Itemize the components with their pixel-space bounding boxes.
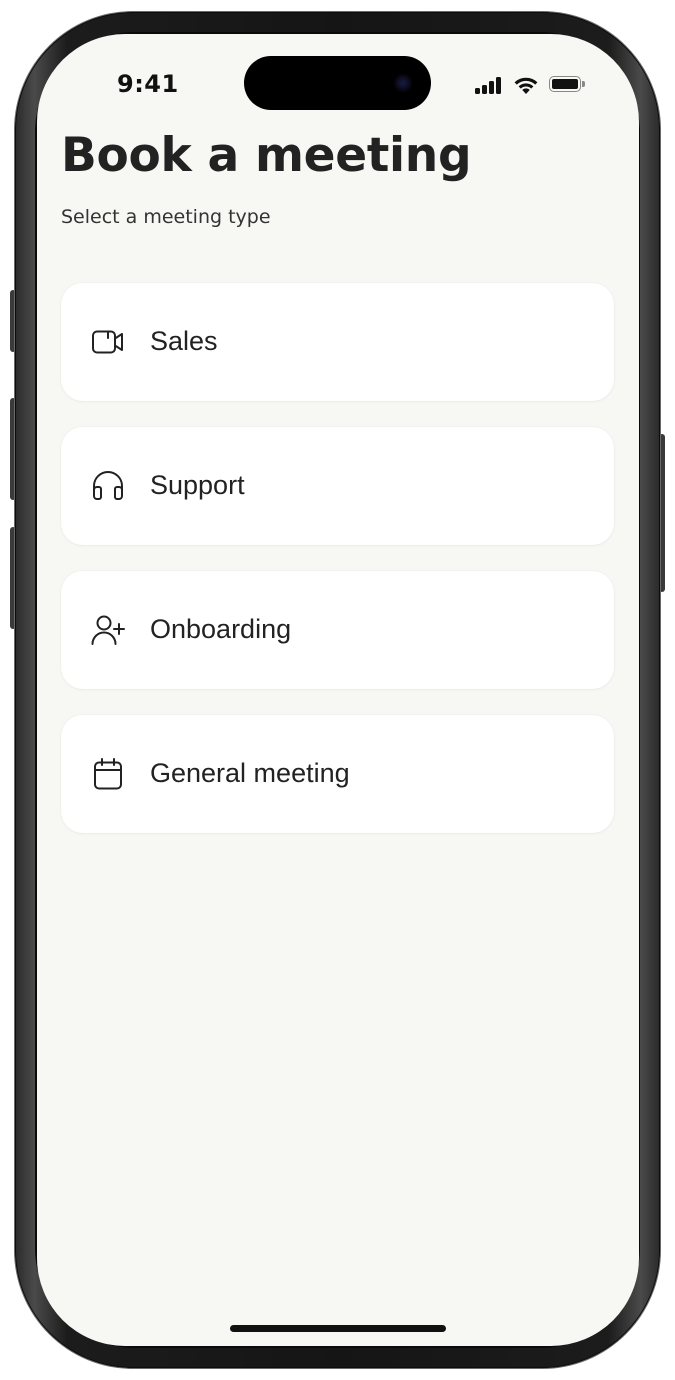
page-title: Book a meeting xyxy=(61,128,472,183)
battery-icon xyxy=(549,76,585,94)
meeting-type-list: Sales Support Onboarding General meeting xyxy=(61,283,614,859)
meeting-type-sales-card[interactable]: Sales xyxy=(61,283,614,401)
meeting-type-label: Sales xyxy=(150,326,218,356)
meeting-type-onboarding-card[interactable]: Onboarding xyxy=(61,571,614,689)
meeting-type-label: General meeting xyxy=(150,758,350,788)
meeting-type-label: Support xyxy=(150,470,245,500)
wifi-icon xyxy=(514,77,538,94)
screen: 9:41 Book a meeting Select a meeting typ… xyxy=(37,34,639,1346)
front-camera-icon xyxy=(393,73,413,93)
meeting-type-support-card[interactable]: Support xyxy=(61,427,614,545)
dynamic-island xyxy=(244,56,431,110)
meeting-type-general-card[interactable]: General meeting xyxy=(61,715,614,833)
meeting-type-label: Onboarding xyxy=(150,614,292,644)
home-indicator[interactable] xyxy=(230,1325,446,1332)
user-plus-icon xyxy=(90,612,126,648)
headphones-icon xyxy=(90,468,126,504)
calendar-icon xyxy=(90,756,126,792)
video-camera-icon xyxy=(90,324,126,360)
status-time: 9:41 xyxy=(117,70,179,98)
cellular-signal-icon xyxy=(475,76,505,94)
page-subtitle: Select a meeting type xyxy=(61,206,271,228)
status-icons xyxy=(475,74,585,96)
